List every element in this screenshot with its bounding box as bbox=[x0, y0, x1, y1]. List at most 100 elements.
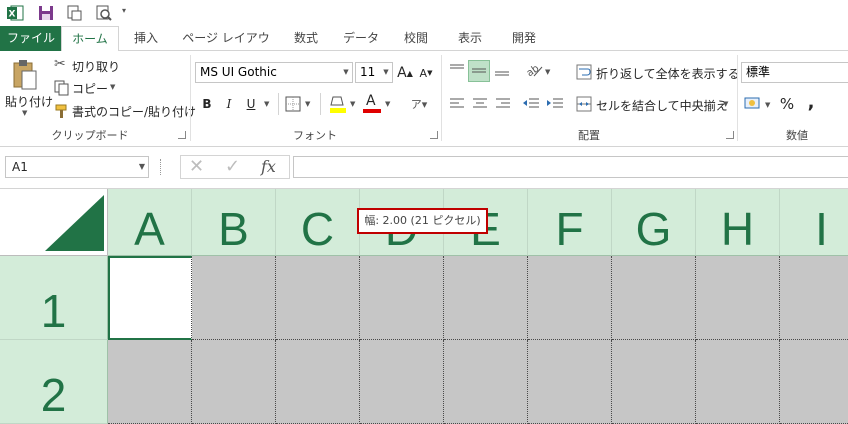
cell-d1[interactable] bbox=[360, 256, 444, 340]
currency-caret-icon[interactable]: ▼ bbox=[765, 101, 770, 109]
align-middle-button[interactable] bbox=[468, 60, 490, 82]
cell-b1[interactable] bbox=[192, 256, 276, 340]
fill-color-caret-icon[interactable]: ▼ bbox=[350, 100, 355, 108]
cell-e1[interactable] bbox=[444, 256, 528, 340]
scissors-icon: ✂ bbox=[54, 56, 66, 72]
underline-button[interactable]: U bbox=[243, 93, 259, 115]
tab-formulas[interactable]: 数式 bbox=[284, 26, 328, 51]
format-painter-label: 書式のコピー/貼り付け bbox=[72, 105, 197, 119]
cell-h2[interactable] bbox=[696, 340, 780, 424]
cell-a2[interactable] bbox=[108, 340, 192, 424]
paste-caret-icon[interactable]: ▼ bbox=[22, 109, 27, 117]
cell-b2[interactable] bbox=[192, 340, 276, 424]
merge-center-icon bbox=[576, 96, 592, 112]
insert-function-icon[interactable]: fx bbox=[261, 157, 276, 176]
wrap-text-button[interactable]: 折り返して全体を表示する bbox=[576, 63, 740, 83]
cell-c2[interactable] bbox=[276, 340, 360, 424]
save-icon[interactable] bbox=[37, 4, 55, 22]
align-left-icon[interactable] bbox=[449, 96, 465, 112]
align-center-icon[interactable] bbox=[472, 96, 488, 112]
border-caret-icon[interactable]: ▼ bbox=[305, 100, 310, 108]
column-header-a[interactable]: A bbox=[108, 189, 192, 256]
column-header-g[interactable]: G bbox=[612, 189, 696, 256]
name-box[interactable]: A1 ▼ bbox=[5, 156, 149, 178]
number-format-value: 標準 bbox=[746, 65, 771, 79]
cell-g1[interactable] bbox=[612, 256, 696, 340]
align-right-icon[interactable] bbox=[495, 96, 511, 112]
column-header-i[interactable]: I bbox=[780, 189, 848, 256]
font-launcher-icon[interactable] bbox=[430, 131, 438, 139]
column-header-b[interactable]: B bbox=[192, 189, 276, 256]
cell-a1[interactable] bbox=[108, 256, 192, 340]
cell-g2[interactable] bbox=[612, 340, 696, 424]
cell-d2[interactable] bbox=[360, 340, 444, 424]
font-color-caret-icon[interactable]: ▼ bbox=[385, 100, 390, 108]
select-all-button[interactable] bbox=[0, 189, 108, 256]
customize-qat-icon[interactable]: ▾ bbox=[122, 6, 126, 15]
preview-magnifier-icon[interactable] bbox=[95, 4, 113, 22]
row-header-1[interactable]: 1 bbox=[0, 256, 108, 340]
column-header-h[interactable]: H bbox=[696, 189, 780, 256]
orientation-icon[interactable]: ab bbox=[524, 61, 544, 79]
cell-f1[interactable] bbox=[528, 256, 612, 340]
percent-button[interactable]: % bbox=[778, 94, 796, 114]
italic-button[interactable]: I bbox=[221, 93, 237, 115]
cell-h1[interactable] bbox=[696, 256, 780, 340]
font-color-button[interactable]: A bbox=[363, 93, 381, 115]
tab-insert[interactable]: 挿入 bbox=[122, 26, 170, 51]
tab-developer[interactable]: 開発 bbox=[502, 26, 546, 51]
tab-file[interactable]: ファイル bbox=[0, 26, 62, 51]
separator bbox=[278, 93, 279, 115]
shrink-font-button[interactable]: A ▼ bbox=[418, 63, 434, 83]
tab-view[interactable]: 表示 bbox=[448, 26, 492, 51]
font-name-select[interactable]: MS UI Gothic ▼ bbox=[195, 62, 353, 83]
row-header-2[interactable]: 2 bbox=[0, 340, 108, 424]
format-painter-button[interactable]: 書式のコピー/貼り付け bbox=[52, 101, 196, 121]
underline-caret-icon[interactable]: ▼ bbox=[264, 100, 269, 108]
cancel-icon[interactable]: ✕ bbox=[189, 156, 204, 177]
paste-button[interactable]: 貼り付け ▼ bbox=[2, 57, 53, 119]
tab-review[interactable]: 校閲 bbox=[394, 26, 438, 51]
ribbon-tabs: ファイル ホーム 挿入 ページ レイアウト 数式 データ 校閲 表示 開発 bbox=[0, 26, 848, 69]
wrap-text-label: 折り返して全体を表示する bbox=[596, 67, 740, 81]
align-top-icon[interactable] bbox=[449, 62, 465, 78]
tab-page-layout[interactable]: ページ レイアウト bbox=[178, 26, 274, 69]
cell-i1[interactable] bbox=[780, 256, 848, 340]
grow-font-button[interactable]: A ▲ bbox=[397, 63, 413, 83]
currency-icon[interactable] bbox=[744, 95, 762, 113]
column-header-c[interactable]: C bbox=[276, 189, 360, 256]
orientation-caret-icon[interactable]: ▼ bbox=[545, 68, 550, 76]
merge-center-button[interactable]: セルを結合して中央揃え ▼ bbox=[576, 95, 736, 115]
cell-f2[interactable] bbox=[528, 340, 612, 424]
cell-i2[interactable] bbox=[780, 340, 848, 424]
alignment-launcher-icon[interactable] bbox=[726, 131, 734, 139]
chevron-down-icon: ▼ bbox=[343, 68, 349, 76]
phonetic-button[interactable]: ア▾ bbox=[408, 93, 430, 115]
fill-color-icon[interactable] bbox=[329, 94, 347, 114]
comma-button[interactable]: , bbox=[804, 92, 818, 113]
clipboard-launcher-icon[interactable] bbox=[178, 131, 186, 139]
align-bottom-icon[interactable] bbox=[494, 62, 510, 78]
tab-home[interactable]: ホーム bbox=[61, 26, 119, 52]
enter-icon[interactable]: ✓ bbox=[225, 156, 240, 177]
merge-caret-icon[interactable]: ▼ bbox=[723, 100, 728, 108]
cell-c1[interactable] bbox=[276, 256, 360, 340]
increase-indent-icon[interactable] bbox=[546, 96, 564, 112]
copy-button[interactable]: コピー ▼ bbox=[52, 78, 122, 98]
formula-input[interactable] bbox=[293, 156, 848, 178]
tab-data[interactable]: データ bbox=[336, 26, 386, 51]
decrease-indent-icon[interactable] bbox=[522, 96, 540, 112]
print-preview-icon[interactable] bbox=[65, 4, 83, 22]
border-icon[interactable] bbox=[285, 96, 301, 112]
font-size-select[interactable]: 11 ▼ bbox=[355, 62, 393, 83]
formula-bar: A1 ▼ ✕ ✓ fx bbox=[0, 147, 848, 189]
column-header-f[interactable]: F bbox=[528, 189, 612, 256]
cell-e2[interactable] bbox=[444, 340, 528, 424]
bold-button[interactable]: B bbox=[198, 93, 216, 115]
clipboard-group-label: クリップボード bbox=[51, 129, 129, 142]
cut-button[interactable]: ✂ 切り取り bbox=[52, 56, 122, 76]
paste-label: 貼り付け bbox=[5, 95, 54, 109]
copy-icon bbox=[54, 80, 69, 96]
copy-caret-icon[interactable]: ▼ bbox=[110, 83, 115, 91]
number-format-select[interactable]: 標準 bbox=[741, 62, 848, 83]
